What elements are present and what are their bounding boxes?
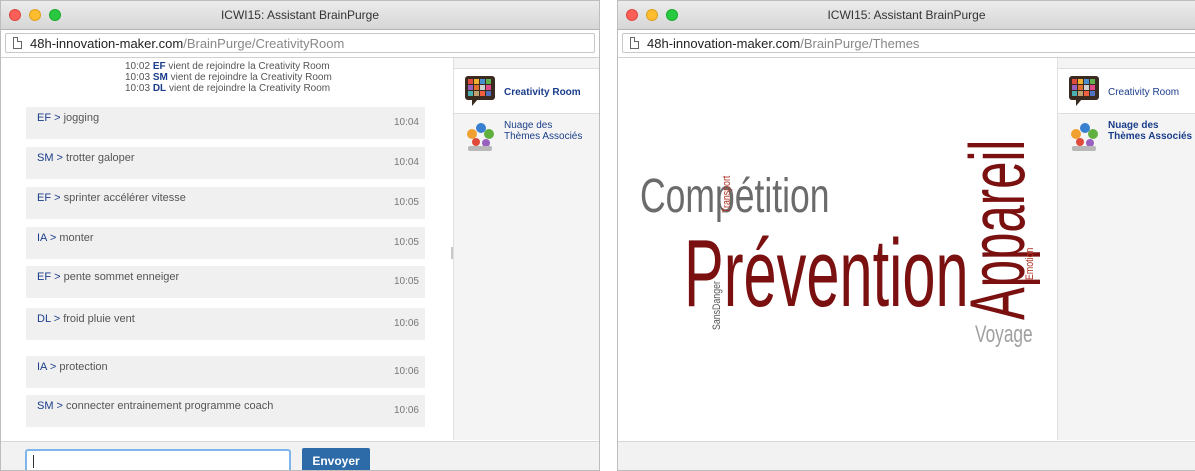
chat-message: EF > sprinter accélérer vitesse 10:05 [26,187,425,219]
message-time: 10:05 [393,197,419,208]
url-host: 48h-innovation-maker.com [647,36,801,51]
address-bar[interactable]: 48h-innovation-maker.com/BrainPurge/Them… [618,30,1195,58]
cloud-word[interactable]: Prévention [684,226,969,322]
window-titlebar[interactable]: ICWI15: Assistant BrainPurge [618,1,1195,30]
themes-window: ICWI15: Assistant BrainPurge 48h-innovat… [617,0,1195,471]
message-text: IA > monter [37,232,94,244]
message-text: SM > trotter galoper [37,152,135,164]
window-titlebar[interactable]: ICWI15: Assistant BrainPurge [1,1,599,30]
sidebar-item-label: Nuage des Thèmes Associés [1108,120,1193,142]
sidebar-item-label: Creativity Room [504,87,581,98]
page-icon [13,37,22,49]
message-composer: Envoyer [1,441,599,470]
message-time: 10:04 [393,157,419,168]
text-caret [33,455,34,468]
sidebar: Creativity Room Nuage des Thèmes Associés [453,58,599,440]
sidebar-item-label: Nuage des Thèmes Associés [504,120,583,142]
chat-message: IA > protection 10:06 [26,356,425,388]
theme-cloud-icon [1071,123,1098,151]
message-text: SM > connecter entrainement programme co… [37,400,274,412]
chat-message: IA > monter 10:05 [26,227,425,259]
window-footer [618,441,1195,470]
url-host: 48h-innovation-maker.com [30,36,184,51]
chat-bubble-icon [465,76,495,106]
cloud-word[interactable]: Compétition [640,173,830,221]
cloud-word[interactable]: Voyage [975,323,1033,347]
url-path: /BrainPurge/CreativityRoom [183,36,345,51]
page-icon [630,37,639,49]
cloud-word[interactable]: Transport [721,176,733,213]
join-notice: 10:03 DL vient de rejoindre la Creativit… [125,83,331,94]
address-bar[interactable]: 48h-innovation-maker.com/BrainPurge/Crea… [1,30,599,58]
url-field[interactable]: 48h-innovation-maker.com/BrainPurge/Them… [622,33,1195,53]
chat-bubble-icon [1069,76,1099,106]
chat-message: DL > froid pluie vent 10:06 [26,308,425,340]
url-text: 48h-innovation-maker.com/BrainPurge/Crea… [30,36,344,51]
chat-message: EF > jogging 10:04 [26,107,425,139]
chat-message: EF > pente sommet enneiger 10:05 [26,266,425,298]
url-field[interactable]: 48h-innovation-maker.com/BrainPurge/Crea… [5,33,595,53]
message-text: EF > jogging [37,112,100,124]
url-text: 48h-innovation-maker.com/BrainPurge/Them… [647,36,919,51]
chat-message: SM > trotter galoper 10:04 [26,147,425,179]
join-notice: 10:02 EF vient de rejoindre la Creativit… [125,61,330,72]
message-text: DL > froid pluie vent [37,313,135,325]
sidebar-item-creativity-room[interactable]: Creativity Room [1058,68,1195,114]
cloud-word[interactable]: Appareil [953,140,1041,320]
creativity-room-window: ICWI15: Assistant BrainPurge 48h-innovat… [0,0,600,471]
sidebar-item-creativity-room[interactable]: Creativity Room [454,68,599,114]
message-text: EF > sprinter accélérer vitesse [37,192,186,204]
message-text: EF > pente sommet enneiger [37,271,180,283]
join-notice: 10:03 SM vient de rejoindre la Creativit… [125,72,332,83]
message-time: 10:04 [393,117,419,128]
sidebar-item-label: Creativity Room [1108,87,1180,98]
url-path: /BrainPurge/Themes [800,36,920,51]
chat-message: SM > connecter entrainement programme co… [26,395,425,427]
theme-word-cloud: Compétition Prévention Appareil Transpor… [618,58,1056,440]
sidebar-item-theme-cloud[interactable]: Nuage des Thèmes Associés [454,114,599,158]
cloud-word[interactable]: Emotion [1024,248,1036,280]
message-time: 10:05 [393,276,419,287]
message-time: 10:05 [393,237,419,248]
chat-log[interactable]: 10:02 EF vient de rejoindre la Creativit… [1,58,450,440]
message-time: 10:06 [393,405,419,416]
message-time: 10:06 [393,366,419,377]
theme-cloud-icon [467,123,494,151]
send-button[interactable]: Envoyer [302,448,370,470]
sidebar-item-theme-cloud[interactable]: Nuage des Thèmes Associés [1058,114,1195,158]
message-time: 10:06 [393,318,419,329]
window-title: ICWI15: Assistant BrainPurge [220,8,380,22]
sidebar: Creativity Room Nuage des Thèmes Associés [1057,58,1195,440]
message-input[interactable] [25,449,291,470]
message-text: IA > protection [37,361,108,373]
cloud-word[interactable]: SansDanger [711,281,723,330]
window-title: ICWI15: Assistant BrainPurge [827,8,986,22]
